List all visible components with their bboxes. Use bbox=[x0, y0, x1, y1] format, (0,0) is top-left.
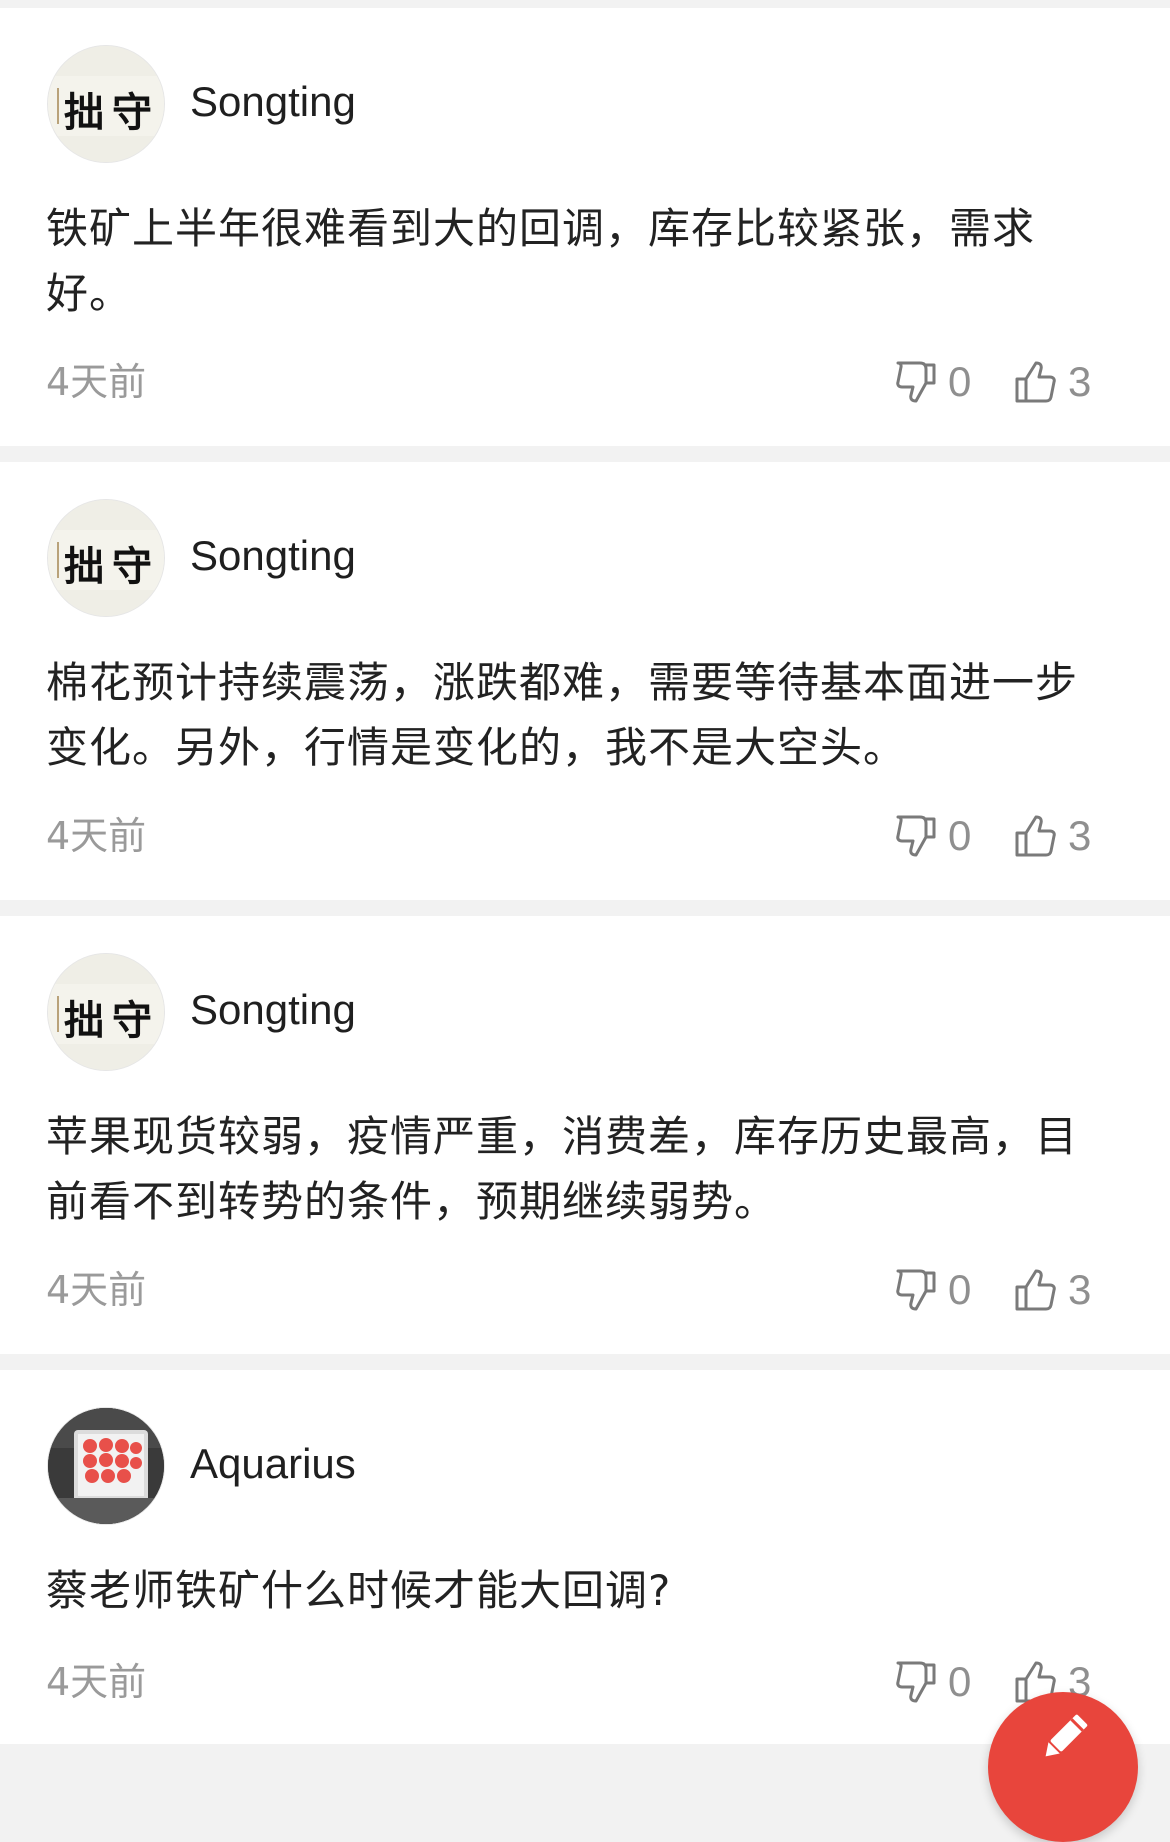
like-button[interactable]: 3 bbox=[1014, 1264, 1091, 1316]
calligraphy-avatar-icon: 拙 守 bbox=[48, 46, 164, 162]
like-button[interactable]: 3 bbox=[1014, 356, 1091, 408]
calligraphy-avatar-icon: 拙 守 bbox=[48, 954, 164, 1070]
timestamp: 4天前 bbox=[46, 1268, 147, 1312]
svg-text:守: 守 bbox=[112, 89, 152, 136]
svg-text:守: 守 bbox=[112, 997, 152, 1044]
thumbs-down-icon bbox=[896, 815, 936, 857]
svg-text:守: 守 bbox=[112, 543, 152, 590]
comment-card: Aquarius 蔡老师铁矿什么时候才能大回调? 4天前 0 3 bbox=[0, 1370, 1170, 1744]
comment-text: 蔡老师铁矿什么时候才能大回调? bbox=[46, 1566, 672, 1615]
like-count: 3 bbox=[1068, 1266, 1092, 1313]
avatar[interactable]: 拙 守 bbox=[48, 46, 164, 162]
svg-text:拙: 拙 bbox=[64, 543, 104, 590]
comment-card: 拙 守 Songting 棉花预计持续震荡，涨跌都难，需要等待基本面进一步变化。… bbox=[0, 462, 1170, 900]
like-count: 3 bbox=[1068, 358, 1092, 405]
svg-text:拙: 拙 bbox=[64, 89, 104, 136]
dislike-count: 0 bbox=[948, 1266, 972, 1313]
thumbs-down-icon bbox=[896, 361, 936, 403]
dislike-button[interactable]: 0 bbox=[894, 356, 971, 408]
dislike-button[interactable]: 0 bbox=[894, 810, 971, 862]
comment-meta: 4天前 0 3 bbox=[0, 806, 1170, 866]
avatar[interactable]: 拙 守 bbox=[48, 954, 164, 1070]
dislike-button[interactable]: 0 bbox=[894, 1656, 971, 1708]
username[interactable]: Songting bbox=[190, 530, 356, 582]
dislike-count: 0 bbox=[948, 358, 972, 405]
timestamp: 4天前 bbox=[46, 814, 147, 858]
comment-text: 苹果现货较弱，疫情严重，消费差，库存历史最高，目前看不到转势的条件，预期继续弱势… bbox=[46, 1112, 1079, 1226]
like-button[interactable]: 3 bbox=[1014, 810, 1091, 862]
username[interactable]: Songting bbox=[190, 984, 356, 1036]
username[interactable]: Aquarius bbox=[190, 1438, 356, 1490]
dislike-button[interactable]: 0 bbox=[894, 1264, 971, 1316]
like-count: 3 bbox=[1068, 812, 1092, 859]
comment-text: 棉花预计持续震荡，涨跌都难，需要等待基本面进一步变化。另外，行情是变化的，我不是… bbox=[46, 658, 1079, 772]
thumbs-up-icon bbox=[1015, 1269, 1056, 1311]
comment-meta: 4天前 0 3 bbox=[0, 1260, 1170, 1320]
thumbs-down-icon bbox=[896, 1661, 936, 1703]
username[interactable]: Songting bbox=[190, 76, 356, 128]
comment-meta: 4天前 0 3 bbox=[0, 1652, 1170, 1712]
timestamp: 4天前 bbox=[46, 1660, 147, 1704]
comment-card: 拙 守 Songting 苹果现货较弱，疫情严重，消费差，库存历史最高，目前看不… bbox=[0, 916, 1170, 1354]
comment-card: 拙 守 Songting 铁矿上半年很难看到大的回调，库存比较紧张，需求好。 4… bbox=[0, 8, 1170, 446]
calligraphy-avatar-icon: 拙 守 bbox=[48, 500, 164, 616]
compose-button[interactable] bbox=[988, 1692, 1138, 1842]
comment-meta: 4天前 0 3 bbox=[0, 352, 1170, 412]
svg-text:拙: 拙 bbox=[64, 997, 104, 1044]
photo-avatar-icon bbox=[48, 1408, 164, 1524]
thumbs-down-icon bbox=[896, 1269, 936, 1311]
thumbs-up-icon bbox=[1015, 815, 1056, 857]
avatar[interactable] bbox=[48, 1408, 164, 1524]
timestamp: 4天前 bbox=[46, 360, 147, 404]
pencil-icon bbox=[1045, 1714, 1088, 1757]
dislike-count: 0 bbox=[948, 812, 972, 859]
avatar[interactable]: 拙 守 bbox=[48, 500, 164, 616]
dislike-count: 0 bbox=[948, 1658, 972, 1705]
thumbs-up-icon bbox=[1015, 361, 1056, 403]
comment-text: 铁矿上半年很难看到大的回调，库存比较紧张，需求好。 bbox=[46, 204, 1036, 318]
